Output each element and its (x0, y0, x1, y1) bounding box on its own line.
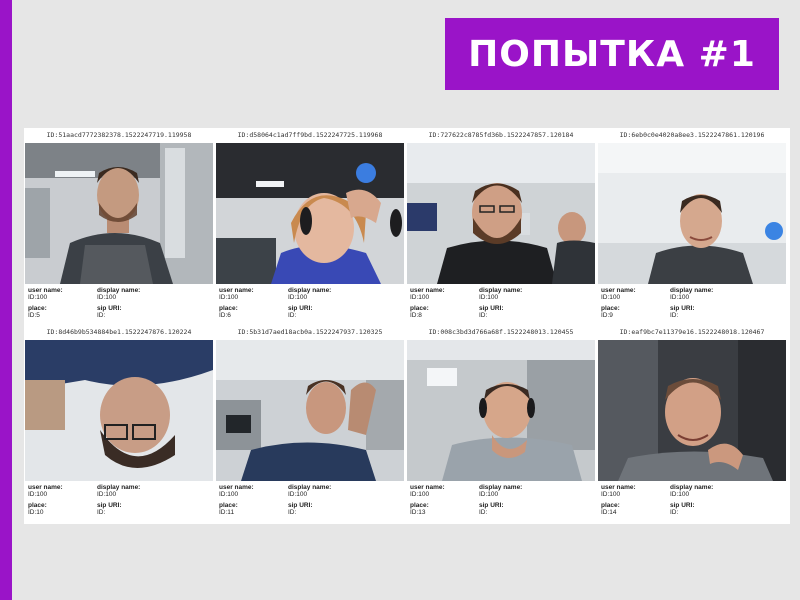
video-feed[interactable] (407, 143, 595, 284)
display-name-label: display name: (670, 287, 714, 294)
sip-uri-value: ID: (97, 312, 106, 319)
stream-id: ID:727622c8785fd36b.1522247857.120184 (428, 131, 574, 139)
display-name-value: ID:100 (479, 294, 499, 301)
sip-uri-label: sip URI: (479, 502, 504, 509)
user-name-label: user name: (410, 484, 445, 491)
sip-uri-value: ID: (670, 509, 679, 516)
sip-uri-value: ID: (670, 312, 679, 319)
user-name-value: ID:100 (601, 294, 621, 301)
video-grid: ID:51aacd7772382378.1522247719.119958 us… (24, 128, 790, 524)
stream-id: ID:008c3bd3d766a68f.1522248013.120455 (428, 328, 574, 336)
participant-tile[interactable]: ID:eaf9bc7e11379e16.1522248018.120467 us… (597, 325, 787, 519)
user-name-label: user name: (410, 287, 445, 294)
display-name-label: display name: (97, 484, 141, 491)
video-feed[interactable] (25, 340, 213, 481)
display-name-value: ID:100 (288, 491, 308, 498)
sip-uri-value: ID: (288, 509, 297, 516)
place-value: ID:6 (219, 312, 231, 319)
sip-uri-label: sip URI: (670, 502, 695, 509)
participant-tile[interactable]: ID:5b31d7aed18acb0a.1522247937.120325 us… (215, 325, 405, 519)
display-name-value: ID:100 (97, 294, 117, 301)
user-name-label: user name: (601, 287, 636, 294)
participant-tile[interactable]: ID:008c3bd3d766a68f.1522248013.120455 us… (406, 325, 596, 519)
place-value: ID:5 (28, 312, 40, 319)
display-name-value: ID:100 (288, 294, 308, 301)
place-value: ID:10 (28, 509, 44, 516)
video-feed[interactable] (216, 143, 404, 284)
user-name-label: user name: (28, 484, 63, 491)
stream-id: ID:5b31d7aed18acb0a.1522247937.120325 (237, 328, 383, 336)
video-feed[interactable] (598, 143, 786, 284)
user-name-value: ID:100 (219, 491, 239, 498)
place-label: place: (601, 502, 620, 509)
display-name-label: display name: (670, 484, 714, 491)
stream-id: ID:d58064c1ad7ff9bd.1522247725.119968 (237, 131, 383, 139)
participant-tile[interactable]: ID:d58064c1ad7ff9bd.1522247725.119968 us… (215, 128, 405, 322)
display-name-label: display name: (288, 287, 332, 294)
place-value: ID:11 (219, 509, 235, 516)
video-feed[interactable] (598, 340, 786, 481)
stream-id: ID:eaf9bc7e11379e16.1522248018.120467 (619, 328, 765, 336)
display-name-label: display name: (479, 287, 523, 294)
user-name-label: user name: (601, 484, 636, 491)
stream-id: ID:8d46b9b534884be1.1522247876.120224 (46, 328, 192, 336)
participant-tile[interactable]: ID:8d46b9b534884be1.1522247876.120224 us… (24, 325, 214, 519)
video-feed[interactable] (25, 143, 213, 284)
place-value: ID:13 (410, 509, 426, 516)
attempt-banner: ПОПЫТКА #1 (445, 18, 779, 90)
sip-uri-value: ID: (479, 312, 488, 319)
sip-uri-label: sip URI: (670, 305, 695, 312)
display-name-value: ID:100 (97, 491, 117, 498)
stream-id: ID:6eb0c0e4020a8ee3.1522247861.120196 (619, 131, 765, 139)
sip-uri-label: sip URI: (97, 305, 122, 312)
video-feed[interactable] (216, 340, 404, 481)
participant-tile[interactable]: ID:727622c8785fd36b.1522247857.120184 us… (406, 128, 596, 322)
sip-uri-value: ID: (288, 312, 297, 319)
user-name-label: user name: (219, 287, 254, 294)
participant-tile[interactable]: ID:6eb0c0e4020a8ee3.1522247861.120196 us… (597, 128, 787, 322)
sip-uri-value: ID: (97, 509, 106, 516)
display-name-label: display name: (288, 484, 332, 491)
display-name-value: ID:100 (670, 491, 690, 498)
stream-id: ID:51aacd7772382378.1522247719.119958 (46, 131, 192, 139)
place-label: place: (410, 502, 429, 509)
user-name-value: ID:100 (601, 491, 621, 498)
user-name-label: user name: (219, 484, 254, 491)
user-name-value: ID:100 (410, 294, 430, 301)
user-name-value: ID:100 (410, 491, 430, 498)
display-name-value: ID:100 (479, 491, 499, 498)
place-label: place: (28, 305, 47, 312)
place-label: place: (601, 305, 620, 312)
user-name-value: ID:100 (28, 491, 48, 498)
participant-tile[interactable]: ID:51aacd7772382378.1522247719.119958 us… (24, 128, 214, 322)
attempt-title: ПОПЫТКА #1 (468, 33, 756, 75)
display-name-value: ID:100 (670, 294, 690, 301)
user-name-value: ID:100 (28, 294, 48, 301)
display-name-label: display name: (479, 484, 523, 491)
place-label: place: (219, 502, 238, 509)
sip-uri-value: ID: (479, 509, 488, 516)
place-label: place: (410, 305, 429, 312)
place-label: place: (219, 305, 238, 312)
sip-uri-label: sip URI: (479, 305, 504, 312)
user-name-label: user name: (28, 287, 63, 294)
accent-bar (0, 0, 12, 600)
place-value: ID:14 (601, 509, 617, 516)
display-name-label: display name: (97, 287, 141, 294)
sip-uri-label: sip URI: (288, 305, 313, 312)
place-label: place: (28, 502, 47, 509)
sip-uri-label: sip URI: (288, 502, 313, 509)
place-value: ID:9 (601, 312, 613, 319)
sip-uri-label: sip URI: (97, 502, 122, 509)
place-value: ID:8 (410, 312, 422, 319)
video-feed[interactable] (407, 340, 595, 481)
user-name-value: ID:100 (219, 294, 239, 301)
